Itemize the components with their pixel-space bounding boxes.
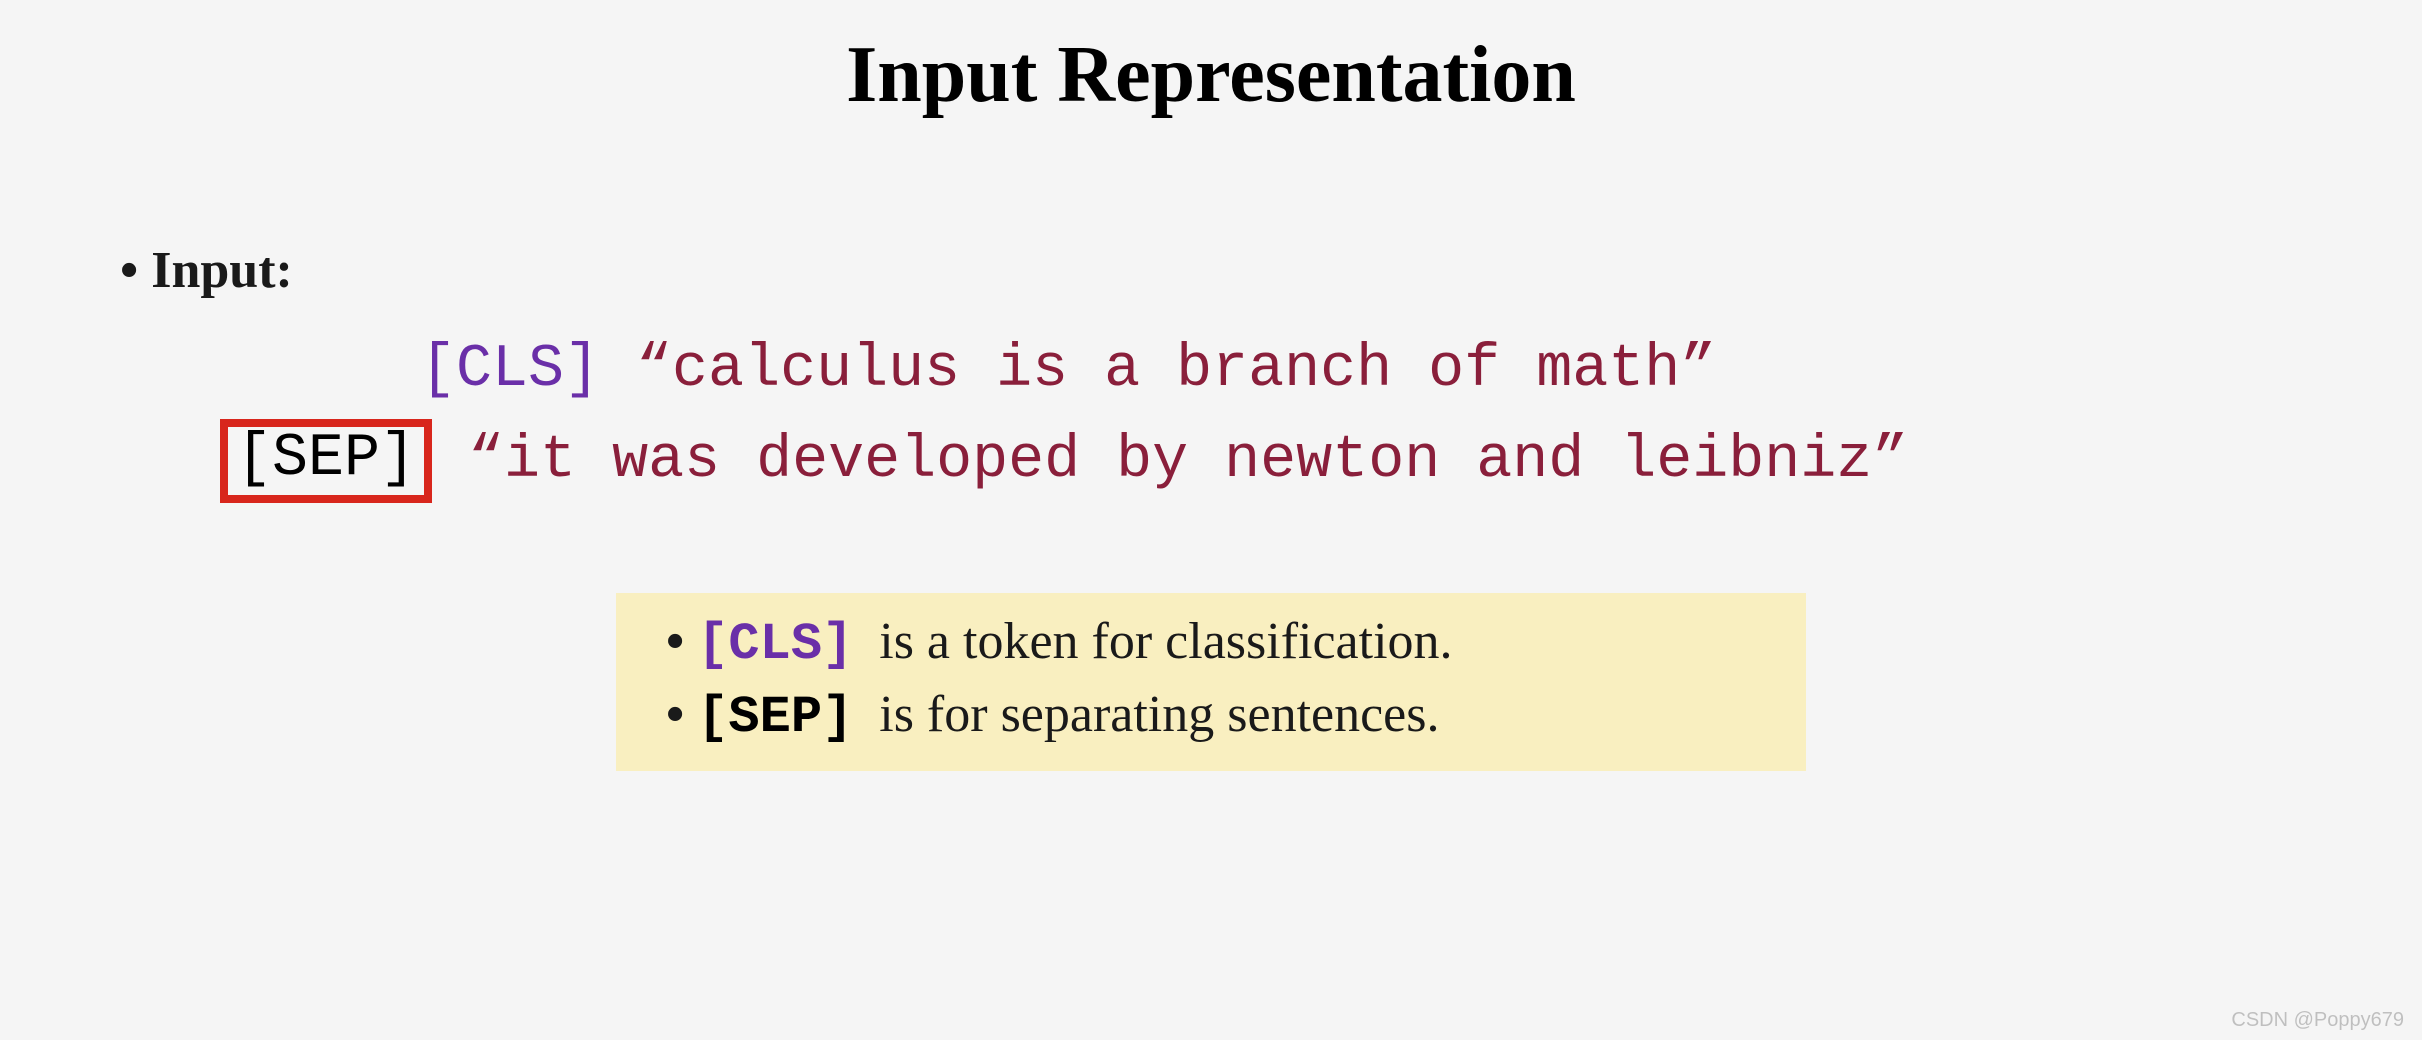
sep-token-highlighted: [SEP]: [220, 419, 432, 503]
legend-cls-token: [CLS]: [697, 615, 853, 674]
section-label-input: Input:: [120, 241, 2342, 300]
sentence-1: “calculus is a branch of math”: [636, 336, 1716, 404]
legend-sep-token: [SEP]: [697, 688, 853, 747]
input-example: [CLS] “calculus is a branch of math” [SE…: [80, 330, 2342, 503]
watermark: CSDN @Poppy679: [2231, 1009, 2404, 1032]
sentence-2: “it was developed by newton and leibniz”: [468, 421, 1908, 502]
legend-box: [CLS] is a token for classification. [SE…: [616, 593, 1806, 771]
legend-row-cls: [CLS] is a token for classification.: [666, 607, 1776, 680]
slide-content: Input Representation Input: [CLS] “calcu…: [0, 0, 2422, 1040]
input-line-2: [SEP] “it was developed by newton and le…: [220, 419, 2342, 503]
cls-token: [CLS]: [420, 336, 600, 404]
input-line-1: [CLS] “calculus is a branch of math”: [420, 330, 2342, 411]
page-title: Input Representation: [80, 30, 2342, 121]
legend-sep-desc: is for separating sentences.: [866, 686, 1439, 743]
legend-row-sep: [SEP] is for separating sentences.: [666, 680, 1776, 753]
legend-cls-desc: is a token for classification.: [866, 613, 1452, 670]
